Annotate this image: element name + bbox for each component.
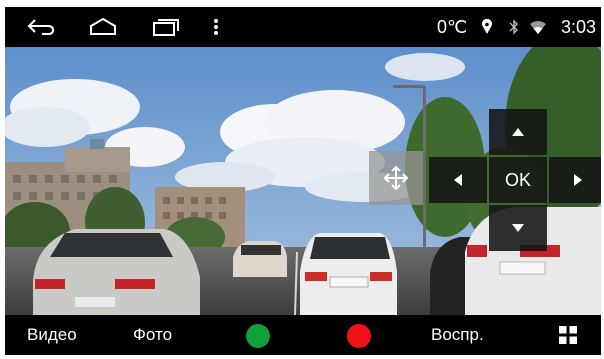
arrow-left-icon	[454, 174, 462, 186]
wifi-icon	[529, 15, 547, 39]
left-button[interactable]	[429, 157, 487, 203]
arrow-up-icon	[512, 128, 524, 136]
bluetooth-icon	[508, 15, 520, 39]
status-bar: 0℃ 3:03	[5, 7, 601, 47]
camera-preview[interactable]: OK	[5, 47, 601, 315]
move-arrows-icon	[383, 165, 409, 191]
arrow-down-icon	[512, 224, 524, 232]
clock: 3:03	[561, 17, 597, 37]
grid-icon[interactable]	[559, 326, 577, 344]
dashcam-screen: 0℃ 3:03 OK Видео Фото Воспр.	[5, 7, 601, 355]
location-icon	[480, 15, 494, 39]
bottom-bar: Видео Фото Воспр.	[5, 315, 601, 355]
move-control-button[interactable]	[369, 151, 423, 205]
recent-apps-icon[interactable]	[149, 15, 181, 39]
playback-button[interactable]: Воспр.	[431, 325, 484, 345]
red-record-button[interactable]	[347, 324, 371, 348]
video-button[interactable]: Видео	[27, 325, 77, 345]
ok-label: OK	[504, 169, 531, 190]
right-button[interactable]	[549, 157, 601, 203]
home-icon[interactable]	[87, 15, 119, 39]
green-record-button[interactable]	[246, 324, 270, 348]
ok-button[interactable]: OK	[489, 157, 547, 203]
back-arrow-icon[interactable]	[25, 15, 57, 39]
up-button[interactable]	[489, 109, 547, 155]
down-button[interactable]	[489, 205, 547, 251]
arrow-right-icon	[574, 174, 582, 186]
temperature-readout: 0℃	[437, 17, 468, 37]
overflow-menu-icon[interactable]	[208, 15, 224, 39]
photo-button[interactable]: Фото	[133, 325, 172, 345]
